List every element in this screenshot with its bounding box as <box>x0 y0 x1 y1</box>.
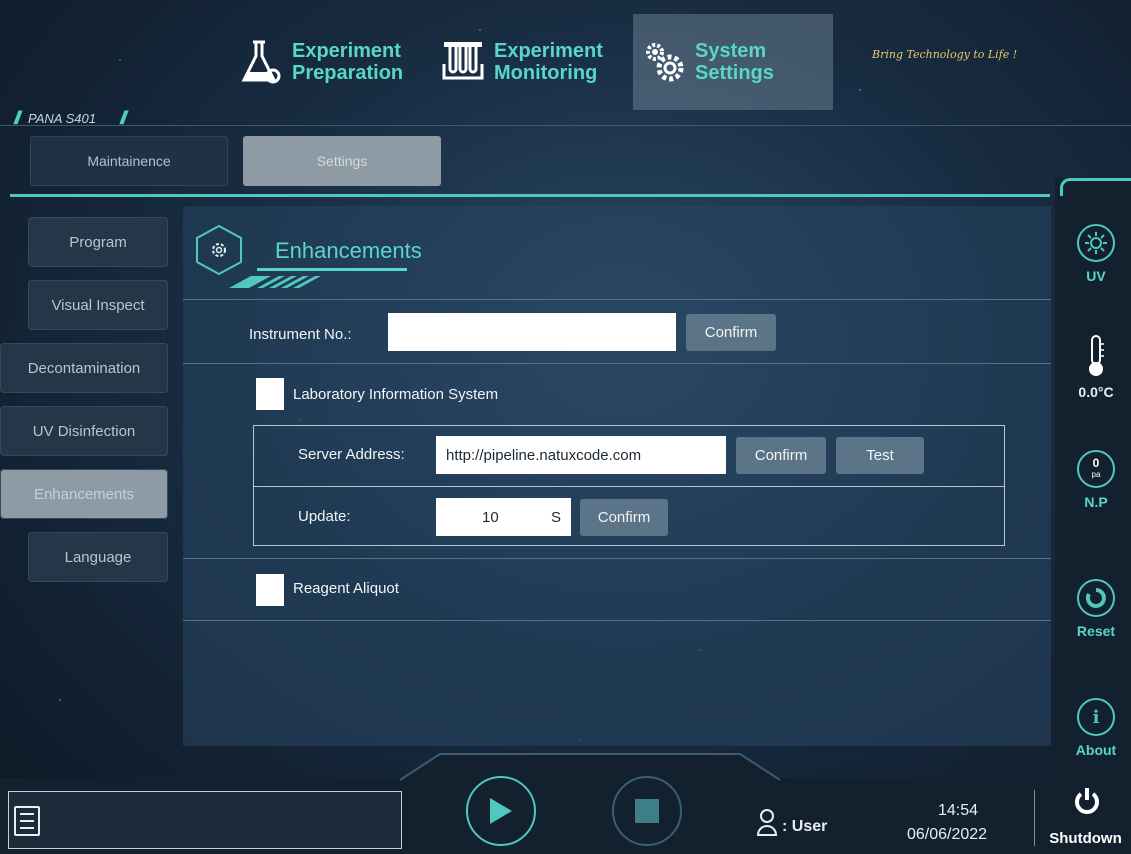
accent-divider <box>10 194 1050 197</box>
pressure-indicator: 0 pa N.P <box>1066 450 1126 510</box>
update-label: Update: <box>298 508 351 525</box>
user-icon <box>756 809 778 836</box>
play-icon <box>490 798 512 824</box>
clock-date: 06/06/2022 <box>907 826 988 843</box>
clock-time: 14:54 <box>938 802 979 819</box>
menu-item-uv-disinfection[interactable]: UV Disinfection <box>0 406 168 456</box>
reagent-aliquot-label: Reagent Aliquot <box>293 580 399 597</box>
pressure-gauge-icon: 0 pa <box>1077 450 1115 488</box>
pressure-value: 0 <box>1092 456 1100 470</box>
menu-item-language[interactable]: Language <box>28 532 168 582</box>
pressure-unit: pa <box>1091 470 1101 479</box>
tab-system-settings[interactable]: System Settings <box>633 14 833 110</box>
user-name: : User <box>782 818 828 835</box>
stop-icon <box>635 799 659 823</box>
rail-accent <box>1060 178 1131 196</box>
sun-icon <box>1077 224 1115 262</box>
menu-item-visual-inspect[interactable]: Visual Inspect <box>28 280 168 330</box>
menu-item-decontamination[interactable]: Decontamination <box>0 343 168 393</box>
reset-icon <box>1077 579 1115 617</box>
row-divider <box>183 558 1051 559</box>
bottom-curve <box>400 753 780 781</box>
reset-button[interactable]: Reset <box>1066 579 1126 639</box>
instrument-confirm-button[interactable]: Confirm <box>686 314 776 351</box>
play-button[interactable] <box>466 776 536 846</box>
title-stripes <box>229 276 321 288</box>
log-icon[interactable] <box>14 806 40 836</box>
tab-experiment-monitoring[interactable]: Experiment Monitoring <box>432 14 613 110</box>
subtab-maintenance[interactable]: Maintainence <box>30 136 228 186</box>
settings-hex-icon <box>196 224 242 276</box>
tagline: Bring Technology to Life ! <box>872 48 1018 61</box>
about-label: About <box>1075 742 1117 758</box>
tab-label-line1: Experiment <box>494 40 603 62</box>
instrument-number-input[interactable] <box>388 313 676 351</box>
subtab-settings[interactable]: Settings <box>243 136 441 186</box>
update-confirm-button[interactable]: Confirm <box>580 499 668 536</box>
title-underline <box>257 268 407 271</box>
about-button[interactable]: i About <box>1066 698 1126 758</box>
server-confirm-button[interactable]: Confirm <box>736 437 826 474</box>
tab-label-line2: Monitoring <box>494 62 598 84</box>
tab-experiment-preparation[interactable]: Experiment Preparation <box>230 14 413 110</box>
row-divider <box>183 363 1051 364</box>
server-address-input[interactable]: http://pipeline.natuxcode.com <box>436 436 726 474</box>
power-icon[interactable] <box>1073 786 1101 816</box>
shutdown-button[interactable]: Shutdown <box>1040 830 1131 847</box>
np-label: N.P <box>1084 494 1108 510</box>
tab-label-line1: Experiment <box>292 40 401 62</box>
panel-title: Enhancements <box>275 238 422 263</box>
update-interval-field[interactable]: 10 S <box>436 498 571 536</box>
status-separator <box>1034 790 1035 846</box>
tab-label-line1: System <box>695 40 767 62</box>
tab-label-line2: Settings <box>695 62 774 84</box>
lis-settings-box: Server Address: http://pipeline.natuxcod… <box>253 425 1005 546</box>
gears-icon <box>646 43 684 82</box>
top-divider <box>0 125 1131 126</box>
enhancements-panel: Enhancements Instrument No.: Confirm Lab… <box>183 206 1051 746</box>
update-interval-value: 10 <box>482 508 499 526</box>
update-interval-unit: S <box>550 508 561 526</box>
flask-gear-icon <box>241 40 281 84</box>
uv-control[interactable]: UV <box>1066 224 1126 284</box>
tab-label-line2: Preparation <box>292 62 404 84</box>
row-divider <box>183 620 1051 621</box>
thermometer-icon <box>1089 335 1104 376</box>
menu-item-enhancements[interactable]: Enhancements <box>0 469 168 519</box>
top-bar: Experiment Preparation Experiment Monito… <box>0 0 1131 128</box>
temperature-value: 0.0°C <box>1078 384 1114 400</box>
lis-label: Laboratory Information System <box>293 386 499 403</box>
lis-divider <box>254 486 1004 487</box>
instrument-label: Instrument No.: <box>249 326 352 343</box>
lis-checkbox[interactable] <box>256 378 284 410</box>
server-test-button[interactable]: Test <box>836 437 924 474</box>
uv-label: UV <box>1086 268 1106 284</box>
server-address-label: Server Address: <box>298 446 405 463</box>
menu-item-program[interactable]: Program <box>28 217 168 267</box>
model-name: PANA S401 <box>28 111 96 126</box>
test-tube-rack-icon <box>442 42 484 80</box>
reset-label: Reset <box>1076 623 1116 639</box>
reagent-aliquot-checkbox[interactable] <box>256 574 284 606</box>
panel-header: Enhancements <box>183 206 1051 300</box>
temperature-indicator: 0.0°C <box>1066 334 1126 400</box>
info-icon: i <box>1077 698 1115 736</box>
log-box[interactable] <box>8 791 402 849</box>
stop-button[interactable] <box>612 776 682 846</box>
